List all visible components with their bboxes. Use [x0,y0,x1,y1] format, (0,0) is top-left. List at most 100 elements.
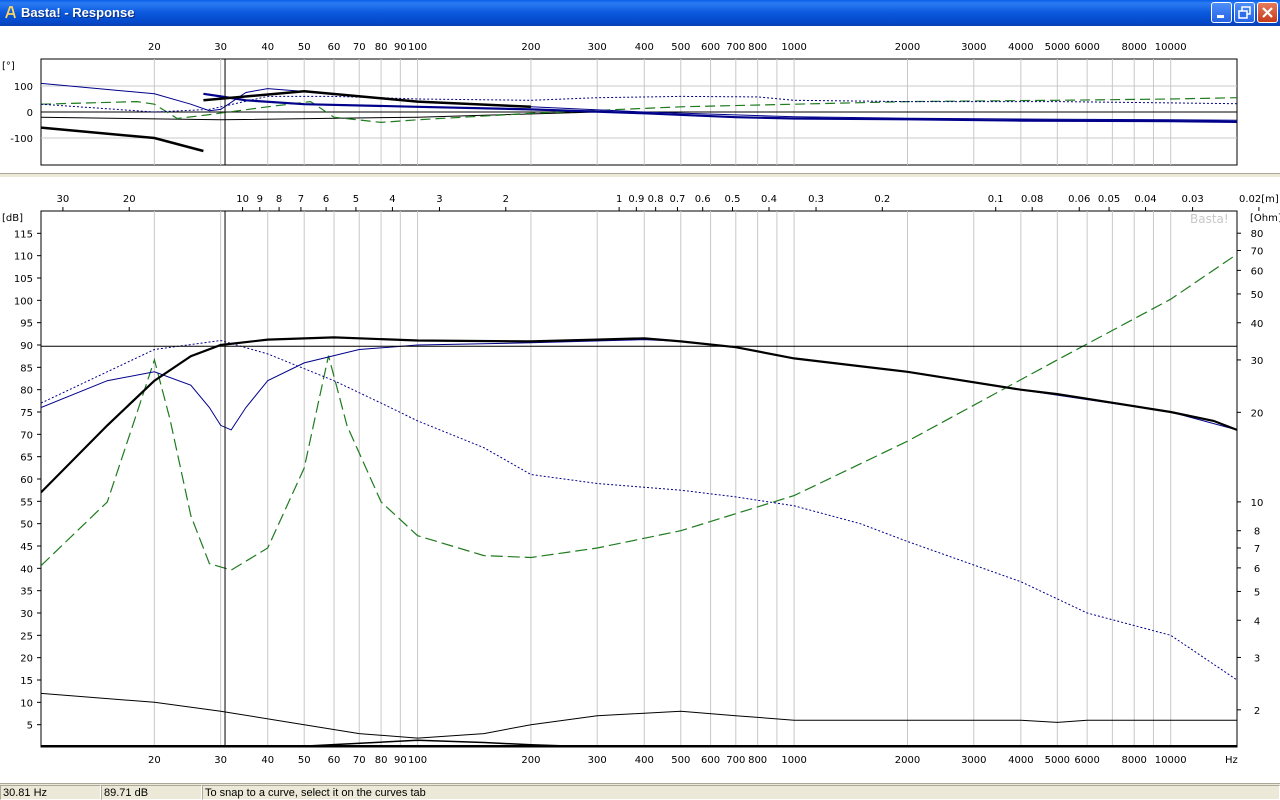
wavelength-tick-label: 20 [123,194,136,205]
minimize-icon [1217,15,1224,18]
db-tick-label: 40 [20,564,33,575]
wavelength-tick-label: 0.6 [695,194,711,205]
ohm-tick-label: 70 [1251,246,1264,257]
wavelength-tick-label: 0.02[m] [1239,194,1279,205]
ohm-tick-label: 4 [1254,616,1260,627]
close-button[interactable] [1257,2,1278,23]
wavelength-tick-label: 0.08 [1021,194,1043,205]
wavelength-tick-label: 0.3 [808,194,824,205]
phase-freq-tick-label: 20 [148,42,161,53]
response-freq-tick-label: 20 [148,755,161,766]
wavelength-tick-label: 9 [257,194,263,205]
ohm-tick-label: 60 [1251,266,1264,277]
response-freq-tick-label: 700 [726,755,745,766]
ohm-tick-label: 8 [1254,527,1260,538]
db-tick-label: 60 [20,475,33,486]
db-tick-label: 55 [20,497,33,508]
response-freq-tick-label: 60 [328,755,341,766]
wavelength-tick-label: 0.03 [1181,194,1203,205]
phase-freq-tick-label: 200 [521,42,540,53]
wavelength-tick-label: 0.7 [670,194,686,205]
phase-freq-tick-label: 40 [261,42,274,53]
db-tick-label: 10 [20,698,33,709]
status-hint: To snap to a curve, select it on the cur… [202,785,1280,800]
phase-y-tick-label: -100 [10,134,33,145]
ohm-tick-label: 40 [1251,319,1264,330]
response-freq-tick-label: 2000 [895,755,920,766]
db-tick-label: 95 [20,319,33,330]
ohm-tick-label: 3 [1254,653,1260,664]
db-tick-label: 5 [27,721,33,732]
db-tick-label: 15 [20,676,33,687]
phase-freq-tick-label: 300 [588,42,607,53]
wavelength-tick-label: 7 [298,194,304,205]
wavelength-tick-label: 0.8 [648,194,664,205]
phase-freq-tick-label: 8000 [1121,42,1146,53]
db-tick-label: 90 [20,341,33,352]
db-tick-label: 105 [14,274,33,285]
db-tick-label: 30 [20,609,33,620]
minimize-button[interactable] [1211,2,1232,23]
basta-watermark: Basta! [1190,212,1229,226]
response-freq-tick-label: 200 [521,755,540,766]
phase-freq-tick-label: 600 [701,42,720,53]
ohm-tick-label: 20 [1251,408,1264,419]
phase-y-tick-label: 0 [27,108,33,119]
db-unit-label: [dB] [2,213,23,224]
phase-freq-tick-label: 70 [353,42,366,53]
db-tick-label: 65 [20,453,33,464]
wavelength-tick-label: 0.5 [725,194,741,205]
wavelength-tick-label: 8 [276,194,282,205]
response-freq-tick-label: 400 [635,755,654,766]
db-tick-label: 115 [14,229,33,240]
ohm-tick-label: 30 [1251,356,1264,367]
ohm-unit-label: [Ohm] [1250,213,1280,224]
db-tick-label: 45 [20,542,33,553]
wavelength-tick-label: 0.9 [628,194,644,205]
maximize-button[interactable] [1234,2,1255,23]
phase-freq-tick-label: 400 [635,42,654,53]
response-freq-tick-label: 70 [353,755,366,766]
response-freq-tick-label: 10000 [1155,755,1187,766]
status-level: 89.71 dB [101,785,202,800]
response-freq-tick-label: 80 [375,755,388,766]
response-freq-tick-label: 4000 [1008,755,1033,766]
phase-freq-tick-label: 80 [375,42,388,53]
response-freq-tick-label: 500 [671,755,690,766]
response-freq-tick-label: 1000 [781,755,806,766]
db-tick-label: 75 [20,408,33,419]
wavelength-tick-label: 0.4 [761,194,777,205]
phase-freq-tick-label: 1000 [781,42,806,53]
db-tick-label: 70 [20,430,33,441]
phase-freq-tick-label: 2000 [895,42,920,53]
status-bar: 30.81 Hz 89.71 dB To snap to a curve, se… [0,783,1280,800]
db-tick-label: 85 [20,363,33,374]
ohm-tick-label: 6 [1254,564,1260,575]
wavelength-tick-label: 10 [236,194,249,205]
response-freq-tick-label: 30 [214,755,227,766]
ohm-tick-label: 50 [1251,290,1264,301]
phase-freq-tick-label: 5000 [1045,42,1070,53]
wavelength-tick-label: 5 [353,194,359,205]
title-bar: Basta! - Response [0,0,1280,26]
phase-freq-tick-label: 3000 [961,42,986,53]
response-freq-tick-label: 8000 [1121,755,1146,766]
phase-freq-tick-label: 10000 [1155,42,1187,53]
phase-unit-label: [°] [2,61,15,72]
phase-freq-tick-label: 50 [298,42,311,53]
basta-app-icon[interactable] [4,5,18,20]
phase-plot[interactable]: 20 30 40 50 60 70 80 90 100 200 300 400 500 600 700 800… [0,26,1280,196]
phase-freq-tick-label: 100 [408,42,427,53]
phase-freq-tick-label: 90 [394,42,407,53]
wavelength-tick-label: 3 [436,194,442,205]
response-plot[interactable]: 30 20 10 9 8 7 6 5 4 3 2 1 0.9 0.8 0.7 0.6 0.5 0.4 0.3 0.2 0… [0,178,1280,783]
db-tick-label: 25 [20,631,33,642]
window-title: Basta! - Response [21,5,135,20]
db-tick-label: 80 [20,386,33,397]
phase-freq-tick-label: 60 [328,42,341,53]
response-freq-tick-label: 50 [298,755,311,766]
wavelength-tick-label: 0.2 [874,194,890,205]
response-freq-tick-label: 5000 [1045,755,1070,766]
ohm-tick-label: 5 [1254,587,1260,598]
wavelength-tick-label: 0.04 [1134,194,1156,205]
